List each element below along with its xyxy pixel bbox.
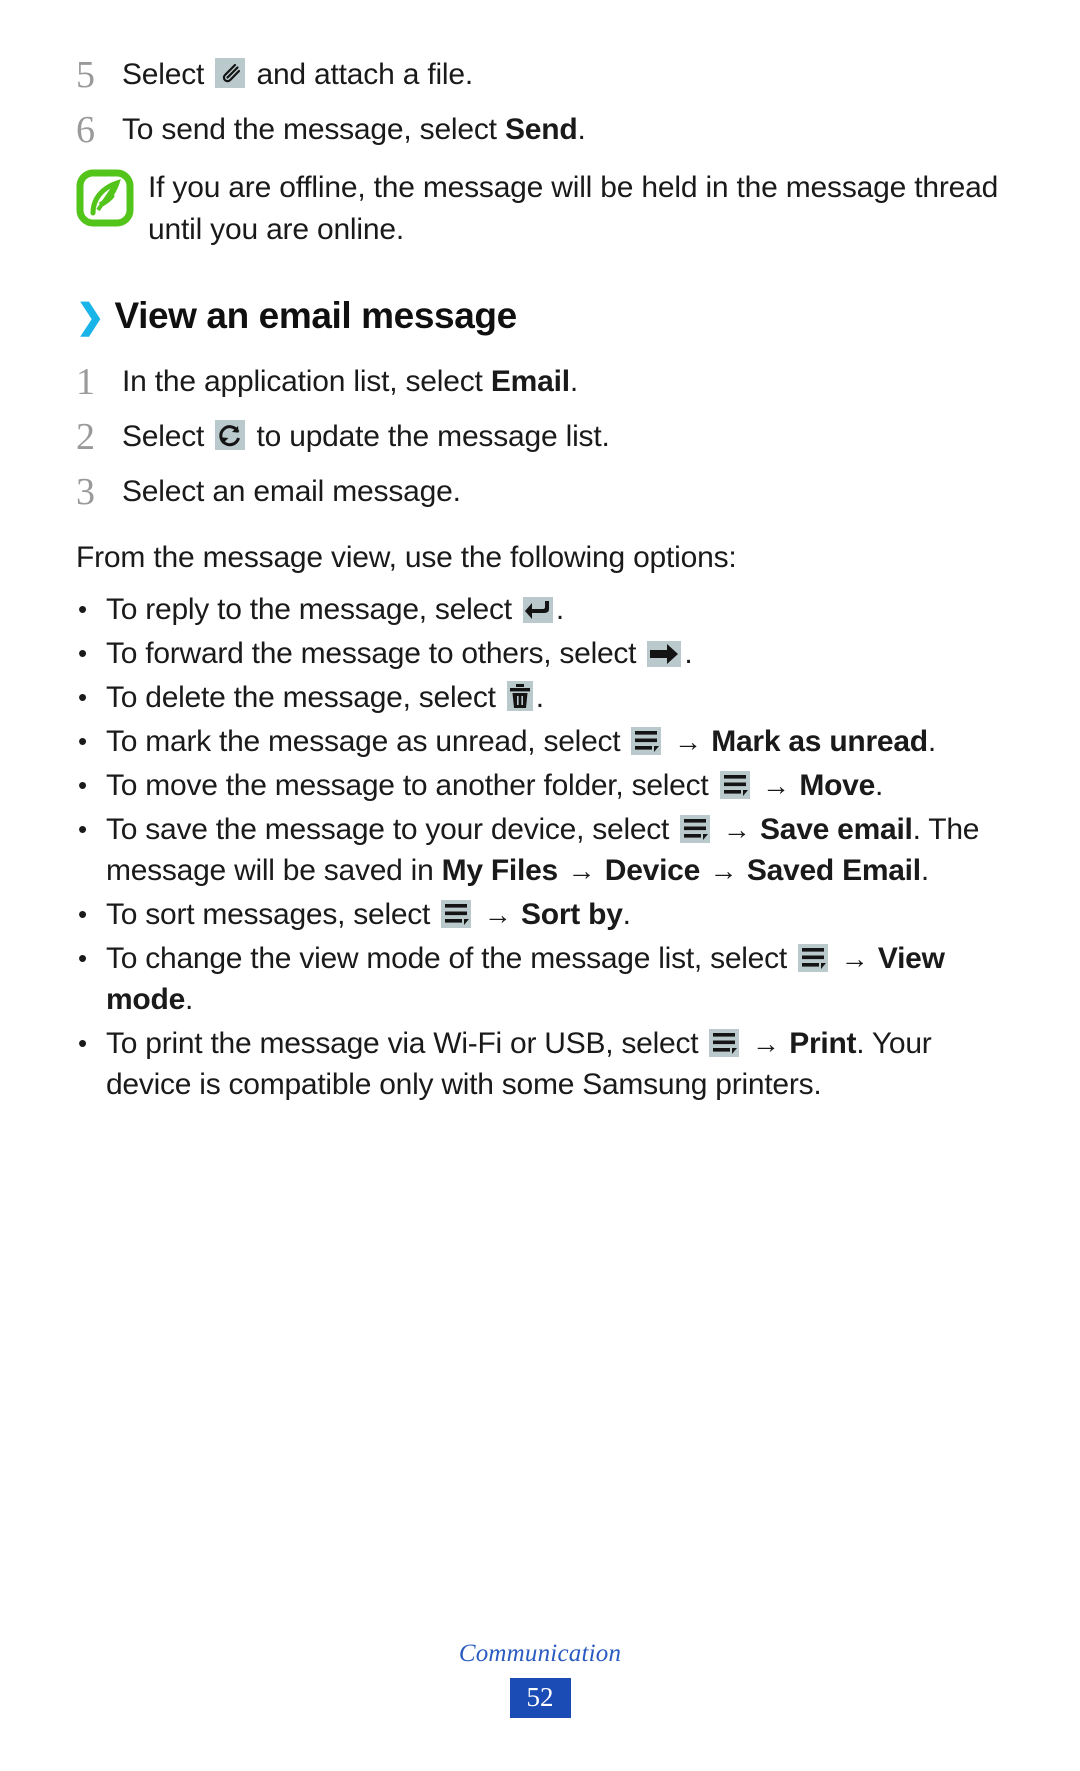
arrow-separator-icon: → xyxy=(744,1028,788,1059)
emphasis-term: Device xyxy=(604,854,701,887)
section-steps-list: 1 In the application list, select Email. 2… xyxy=(76,359,1006,515)
attachment-icon xyxy=(215,58,246,88)
menu-options-icon xyxy=(719,771,750,799)
arrow-separator-icon: → xyxy=(559,855,603,886)
emphasis-term: Saved Email xyxy=(746,854,921,887)
manual-page: 5 Select and attach a file. 6 To send the m… xyxy=(0,0,1080,1771)
emphasis-term: My Files xyxy=(441,854,559,887)
list-item: • To sort messages, select → Sort by. xyxy=(76,894,1006,935)
arrow-separator-icon: → xyxy=(833,943,876,974)
emphasis-term: Mark as unread xyxy=(711,725,928,758)
emphasis-term: Save email xyxy=(760,813,913,846)
numbered-step: 6 To send the message, select Send. xyxy=(76,107,1006,153)
bullet-marker: • xyxy=(78,943,88,973)
list-item-text: To mark the message as unread, select → … xyxy=(106,725,936,758)
emphasis-term: Print xyxy=(789,1027,857,1060)
emphasis-term: Move xyxy=(799,769,876,802)
refresh-icon xyxy=(215,420,246,450)
menu-options-icon xyxy=(441,900,472,928)
arrow-separator-icon: → xyxy=(666,726,710,757)
numbered-step: 5 Select and attach a file. xyxy=(76,52,1006,98)
list-item-text: To sort messages, select → Sort by. xyxy=(106,898,631,931)
list-item-text: To print the message via Wi-Fi or USB, s… xyxy=(106,1027,932,1101)
bullet-marker: • xyxy=(78,726,88,756)
list-item: • To delete the message, select . xyxy=(76,677,1006,718)
chapter-label: Communication xyxy=(458,1640,622,1667)
step-number: 6 xyxy=(76,109,95,151)
bullet-marker: • xyxy=(78,594,88,624)
arrow-separator-icon: → xyxy=(476,899,520,930)
arrow-separator-icon: → xyxy=(702,855,745,886)
forward-arrow-icon xyxy=(647,641,682,667)
list-item: • To save the message to your device, sel… xyxy=(76,809,1006,891)
section-heading: ❯ View an email message xyxy=(76,295,1006,337)
double-chevron-right-icon: ❯ xyxy=(76,298,105,336)
menu-options-icon xyxy=(709,1029,740,1057)
page-footer: Communication 52 xyxy=(0,1640,1080,1718)
numbered-step: 1 In the application list, select Email. xyxy=(76,359,1006,405)
arrow-separator-icon: → xyxy=(715,814,759,845)
step-text: Select an email message. xyxy=(122,475,461,508)
list-item-text: To delete the message, select . xyxy=(106,681,544,714)
list-item: • To mark the message as unread, select →… xyxy=(76,721,1006,762)
step-number: 1 xyxy=(76,361,95,403)
numbered-step: 2 Select to update the message list. xyxy=(76,414,1006,460)
page-title: View an email message xyxy=(114,295,518,336)
list-item-text: To change the view mode of the message l… xyxy=(106,942,945,1016)
step-number: 2 xyxy=(76,416,95,458)
page-number-badge: 52 xyxy=(509,1678,571,1718)
list-item-text: To move the message to another folder, s… xyxy=(106,769,884,802)
bullet-marker: • xyxy=(78,638,88,668)
trash-icon xyxy=(506,681,533,711)
reply-arrow-icon xyxy=(522,597,553,623)
emphasis-term: Sort by xyxy=(521,898,623,931)
bullet-marker: • xyxy=(78,770,88,800)
intro-paragraph: From the message view, use the following… xyxy=(76,541,737,574)
list-item: • To change the view mode of the message … xyxy=(76,938,1006,1020)
page-content: 5 Select and attach a file. 6 To send the m… xyxy=(76,52,1006,1108)
menu-options-icon xyxy=(680,815,711,843)
numbered-step: 3 Select an email message. xyxy=(76,469,1006,515)
list-item: • To forward the message to others, selec… xyxy=(76,633,1006,674)
bullet-marker: • xyxy=(78,1028,88,1058)
list-item: • To print the message via Wi-Fi or USB, … xyxy=(76,1023,1006,1105)
bullet-marker: • xyxy=(78,899,88,929)
note-leaf-icon xyxy=(76,165,148,232)
menu-options-icon xyxy=(798,944,829,972)
emphasis-term: Send xyxy=(504,113,578,146)
list-item: • To move the message to another folder, … xyxy=(76,765,1006,806)
note-text: If you are offline, the message will be … xyxy=(148,171,999,246)
step-number: 5 xyxy=(76,54,95,96)
step-number: 3 xyxy=(76,471,95,513)
arrow-separator-icon: → xyxy=(754,770,798,801)
options-bullet-list: • To reply to the message, select . • To fo… xyxy=(76,589,1006,1105)
bullet-marker: • xyxy=(78,814,88,844)
top-steps-list: 5 Select and attach a file. 6 To send the m… xyxy=(76,52,1006,153)
bullet-marker: • xyxy=(78,682,88,712)
step-text: Select and attach a file. xyxy=(122,58,474,91)
note-callout: If you are offline, the message will be … xyxy=(76,165,1006,251)
list-item: • To reply to the message, select . xyxy=(76,589,1006,630)
list-item-text: To forward the message to others, select… xyxy=(106,637,693,670)
list-item-text: To save the message to your device, sele… xyxy=(106,813,980,887)
list-item-text: To reply to the message, select . xyxy=(106,593,564,626)
step-text: To send the message, select Send. xyxy=(122,113,586,146)
step-text: In the application list, select Email. xyxy=(122,365,578,398)
step-text: Select to update the message list. xyxy=(122,420,610,453)
menu-options-icon xyxy=(631,727,662,755)
emphasis-term: Email xyxy=(490,365,570,398)
